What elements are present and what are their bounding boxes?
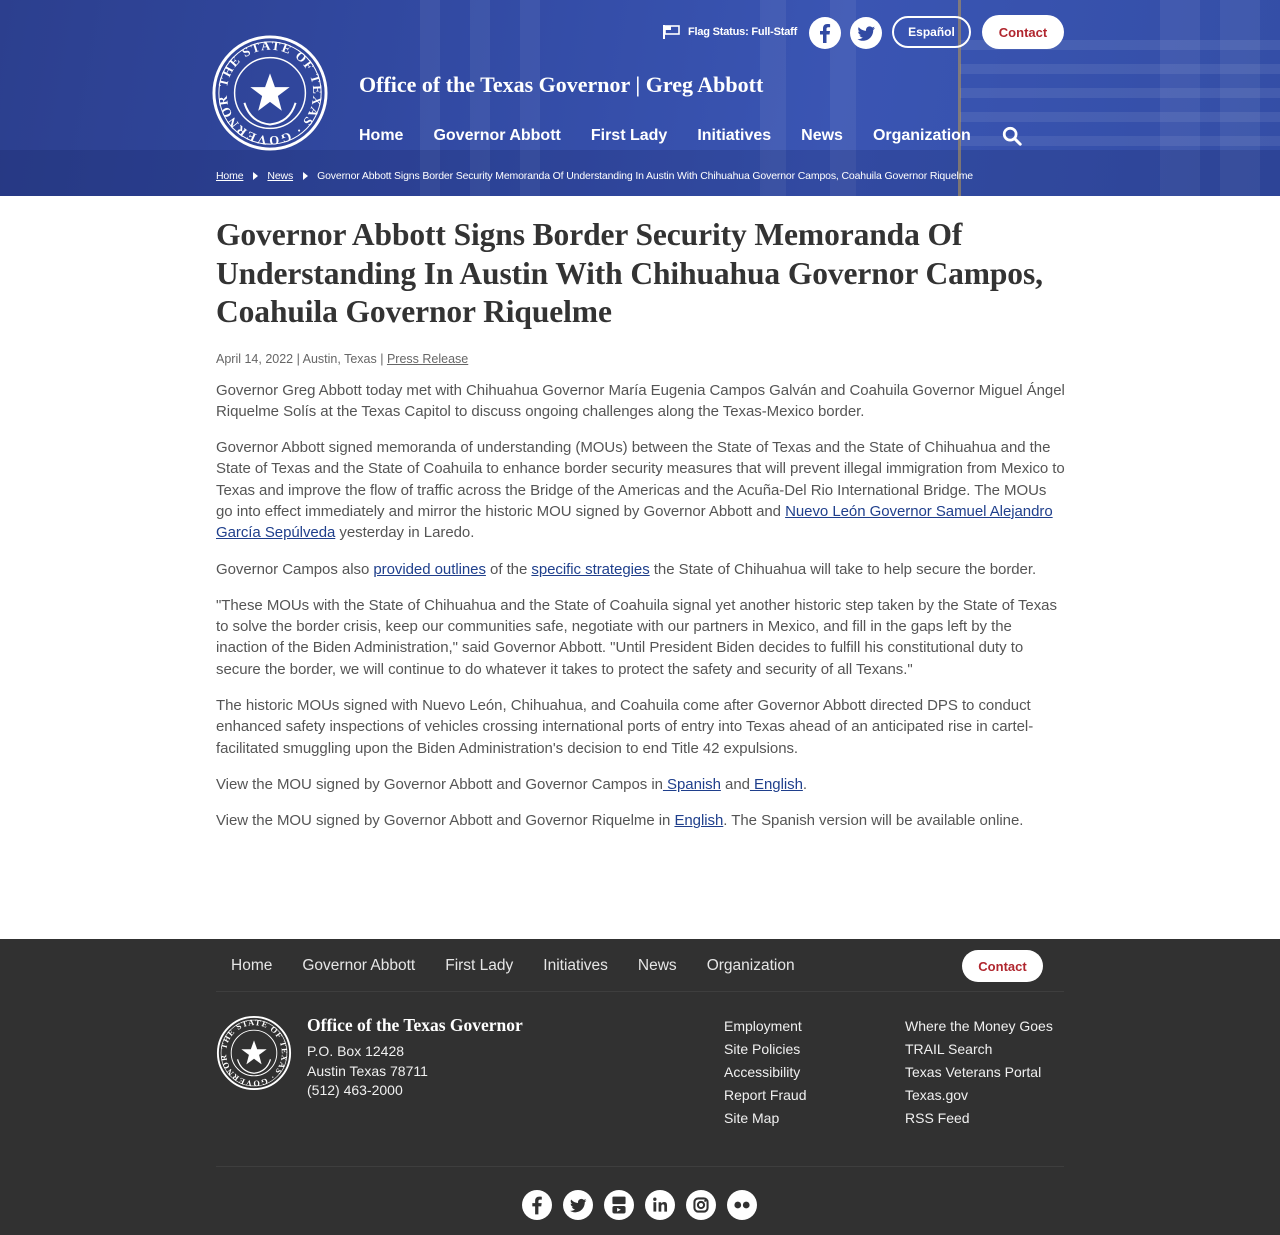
nav-governor-abbott[interactable]: Governor Abbott (433, 127, 560, 145)
office-address-line: P.O. Box 12428 (307, 1043, 405, 1059)
article-paragraph: The historic MOUs signed with Nuevo León… (216, 697, 1034, 757)
article-meta: April 14, 2022 | Austin, Texas | Press R… (216, 352, 1066, 366)
specific-strategies-link[interactable]: specific strategies (531, 561, 649, 578)
article-date-location: April 14, 2022 | Austin, Texas | (216, 351, 387, 366)
press-release-link[interactable]: Press Release (387, 352, 468, 366)
flickr-icon[interactable] (727, 1190, 757, 1220)
footer-nav-organization[interactable]: Organization (707, 957, 795, 975)
paragraph-text: . The Spanish version will be available … (723, 812, 1024, 830)
footer-nav-governor-abbott[interactable]: Governor Abbott (302, 957, 415, 975)
article-paragraph: View the MOU signed by Governor Abbott a… (216, 774, 1066, 795)
footer-nav-home[interactable]: Home (231, 957, 272, 975)
footer-nav-first-lady[interactable]: First Lady (445, 957, 513, 975)
footer-link-report-fraud[interactable]: Report Fraud (724, 1084, 806, 1107)
footer-link-where-the-money-goes[interactable]: Where the Money Goes (905, 1015, 1053, 1038)
paragraph-text: Governor Campos also (216, 560, 374, 578)
footer-link-texas-gov[interactable]: Texas.gov (905, 1084, 1053, 1107)
footer-link-trail-search[interactable]: TRAIL Search (905, 1038, 1053, 1061)
chevron-right-icon (253, 172, 259, 180)
footer-link-site-map[interactable]: Site Map (724, 1107, 806, 1130)
article-paragraph: Governor Greg Abbott today met with Chih… (216, 381, 1065, 420)
chevron-right-icon (303, 172, 309, 180)
facebook-icon[interactable] (809, 17, 841, 49)
breadcrumb-news[interactable]: News (267, 170, 293, 182)
breadcrumb-home[interactable]: Home (216, 170, 244, 182)
site-title[interactable]: Office of the Texas Governor | Greg Abbo… (359, 72, 763, 98)
breadcrumb-current: Governor Abbott Signs Border Security Me… (317, 170, 973, 182)
footer-contact-button[interactable]: Contact (962, 950, 1043, 982)
footer-nav-initiatives[interactable]: Initiatives (543, 957, 608, 975)
office-address-line: Austin Texas 78711 (307, 1062, 428, 1079)
paragraph-text: of the (485, 560, 532, 578)
capitol-background-image (0, 0, 1280, 196)
paragraph-text: yesterday in Laredo. (335, 524, 475, 542)
footer-link-accessibility[interactable]: Accessibility (724, 1061, 806, 1084)
footer-link-site-policies[interactable]: Site Policies (724, 1038, 806, 1061)
linkedin-icon[interactable] (645, 1190, 675, 1220)
article-paragraph: Governor Abbott signed memoranda of unde… (216, 437, 1066, 543)
breadcrumb: Home News Governor Abbott Signs Border S… (216, 170, 973, 182)
paragraph-text: View the MOU signed by Governor Abbott a… (216, 775, 663, 793)
article: Governor Abbott Signs Border Security Me… (216, 216, 1066, 847)
footer-nav: Home Governor Abbott First Lady Initiati… (231, 956, 825, 976)
site-header: THE STATE OF TEXAS · GOVERNOR Office of … (0, 0, 1280, 196)
footer-divider (216, 991, 1064, 992)
footer-link-employment[interactable]: Employment (724, 1015, 806, 1038)
youtube-icon[interactable] (604, 1190, 634, 1220)
mou-riquelme-english-link[interactable]: English (674, 812, 723, 829)
contact-button[interactable]: Contact (982, 15, 1064, 49)
mou-campos-spanish-link[interactable]: Spanish (663, 776, 721, 793)
footer-links-column-1: Employment Site Policies Accessibility R… (724, 1015, 806, 1130)
provided-outlines-link[interactable]: provided outlines (373, 561, 486, 578)
nav-home[interactable]: Home (359, 127, 403, 145)
office-name: Office of the Texas Governor (307, 1015, 523, 1035)
nav-news[interactable]: News (801, 127, 843, 145)
instagram-icon[interactable] (686, 1190, 716, 1220)
footer-link-texas-veterans-portal[interactable]: Texas Veterans Portal (905, 1061, 1053, 1084)
footer-divider (216, 1166, 1064, 1167)
main-nav: Home Governor Abbott First Lady Initiati… (359, 125, 1023, 147)
twitter-icon[interactable] (563, 1190, 593, 1220)
footer-links-column-2: Where the Money Goes TRAIL Search Texas … (905, 1015, 1053, 1130)
texas-governor-seal-logo[interactable]: THE STATE OF TEXAS · GOVERNOR (216, 1015, 292, 1091)
twitter-icon[interactable] (850, 17, 882, 49)
article-paragraph: View the MOU signed by Governor Abbott a… (216, 810, 1066, 831)
article-paragraph: Governor Campos also provided outlines o… (216, 559, 1066, 580)
texas-governor-seal-logo[interactable]: THE STATE OF TEXAS · GOVERNOR (211, 34, 329, 152)
mou-campos-english-link[interactable]: English (750, 776, 803, 793)
office-contact-info: Office of the Texas Governor P.O. Box 12… (307, 1015, 523, 1101)
nav-organization[interactable]: Organization (873, 127, 971, 145)
paragraph-text: View the MOU signed by Governor Abbott a… (216, 812, 675, 830)
article-title: Governor Abbott Signs Border Security Me… (216, 217, 1043, 329)
site-footer: Home Governor Abbott First Lady Initiati… (0, 939, 1280, 1235)
facebook-icon[interactable] (522, 1190, 552, 1220)
paragraph-text: the State of Chihuahua will take to help… (649, 560, 1037, 578)
nav-first-lady[interactable]: First Lady (591, 127, 667, 145)
flag-status[interactable]: Flag Status: Full-Staff (663, 25, 797, 39)
nav-initiatives[interactable]: Initiatives (697, 127, 771, 145)
espanol-button[interactable]: Español (892, 16, 971, 48)
article-paragraph: "These MOUs with the State of Chihuahua … (216, 596, 1057, 678)
office-phone: (512) 463-2000 (307, 1082, 403, 1098)
footer-link-rss-feed[interactable]: RSS Feed (905, 1107, 1053, 1130)
paragraph-text: and (720, 775, 750, 793)
paragraph-text: . (802, 775, 807, 793)
footer-nav-news[interactable]: News (638, 957, 677, 975)
search-icon[interactable] (1001, 125, 1023, 147)
flag-icon (663, 25, 680, 39)
flag-status-text: Flag Status: Full-Staff (688, 26, 798, 38)
